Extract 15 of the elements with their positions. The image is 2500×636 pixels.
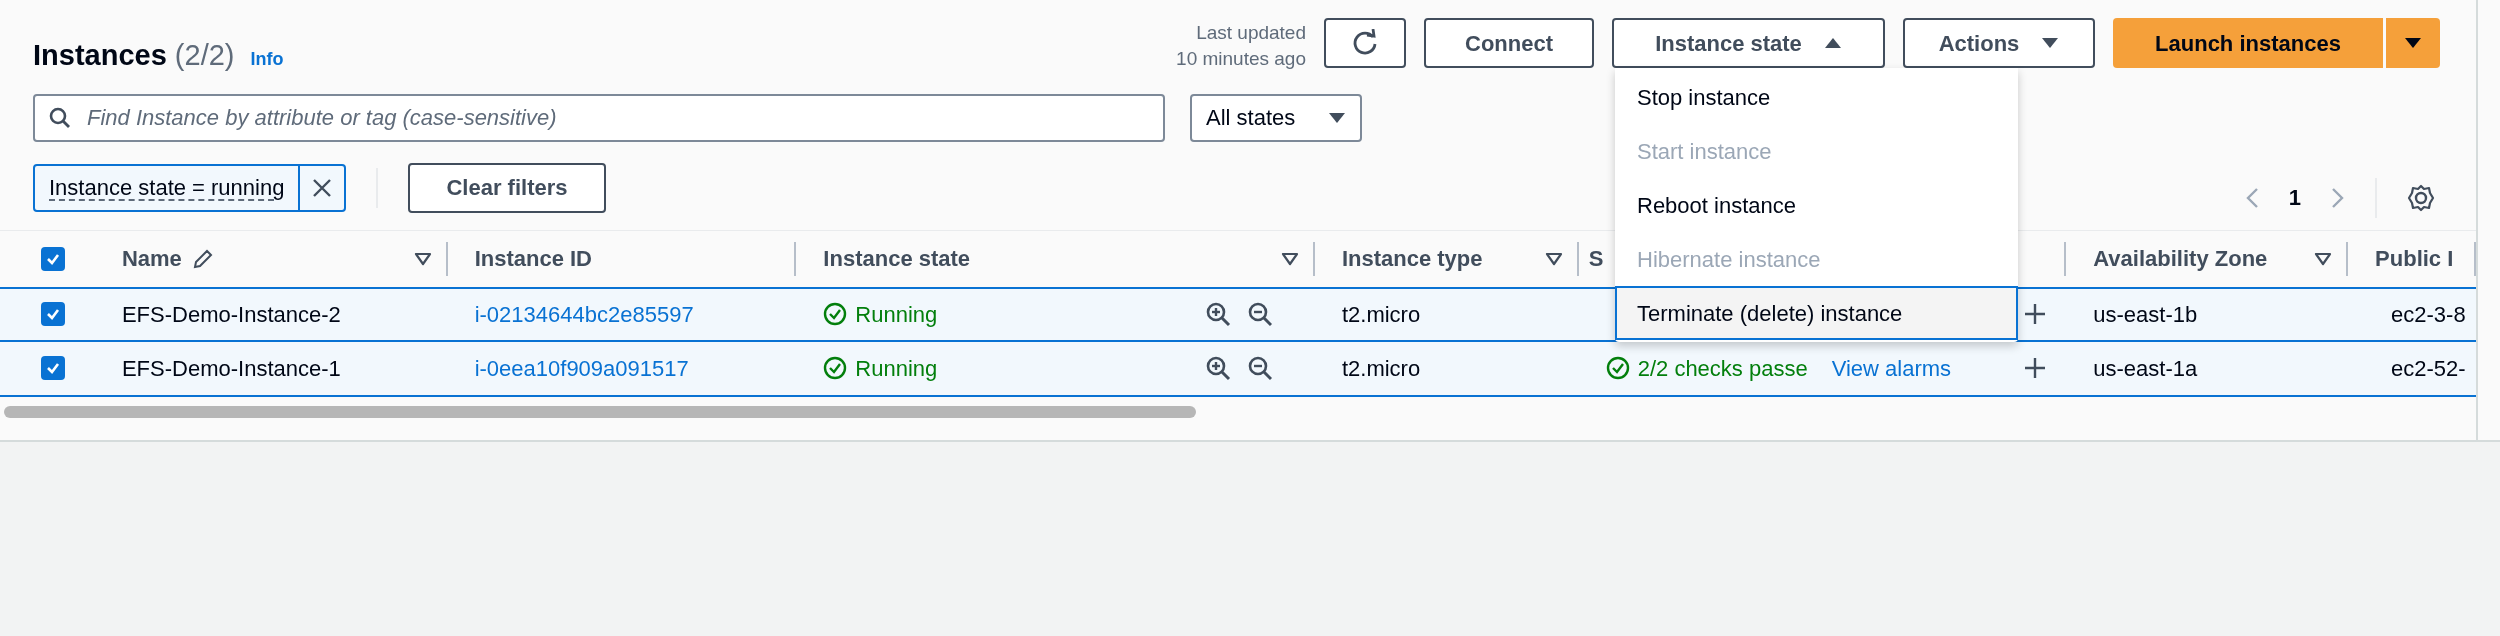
table-cell: EFS-Demo-Instance-1 bbox=[121, 355, 341, 381]
page-title: Instances (2/2) bbox=[33, 38, 235, 73]
status-text: Running bbox=[855, 354, 938, 383]
table-cell: EFS-Demo-Instance-2 bbox=[121, 301, 341, 327]
status-text: Running bbox=[855, 300, 938, 329]
table-cell: us-east-1b bbox=[2093, 301, 2198, 327]
table-cell-text: t2.micro bbox=[1340, 300, 1421, 329]
last-updated-text: 10 minutes ago bbox=[1176, 47, 1306, 71]
filter-label: Instance state = running bbox=[48, 174, 286, 202]
table-cell: us-east-1a bbox=[2093, 355, 2198, 381]
status-text: 2/2 checks passe bbox=[1637, 354, 1808, 383]
table-cell: ec2-52- bbox=[2391, 355, 2466, 381]
last-updated-text: Last updated bbox=[1196, 21, 1306, 45]
table-cell: ec2-3-8 bbox=[2391, 301, 2466, 327]
table-cell-text: t2.micro bbox=[1340, 354, 1421, 383]
